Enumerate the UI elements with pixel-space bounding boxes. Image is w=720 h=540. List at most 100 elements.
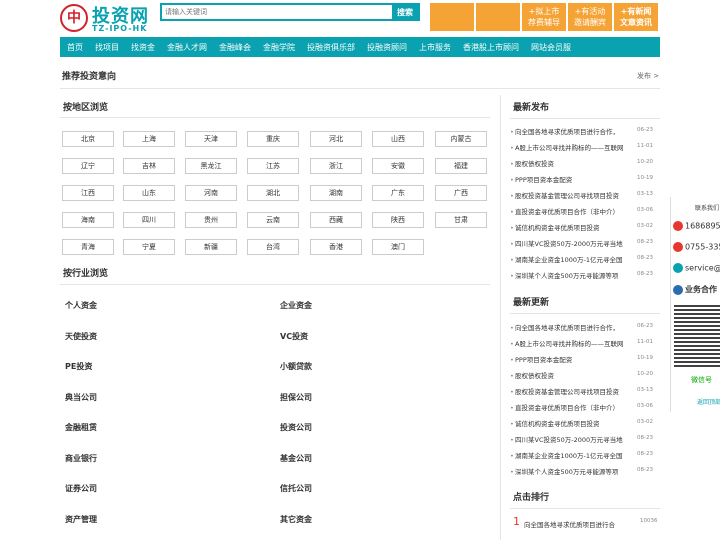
header-box-2[interactable] bbox=[476, 3, 520, 31]
region-item[interactable]: 辽宁 bbox=[62, 158, 114, 174]
news-item[interactable]: •四川某VC投资50万-2000万元寻当地 bbox=[510, 434, 623, 444]
region-item[interactable]: 宁夏 bbox=[123, 239, 175, 255]
news-item[interactable]: •股权投资基金管理公司寻找项目投资 bbox=[510, 386, 619, 396]
region-item[interactable]: 澳门 bbox=[372, 239, 424, 255]
region-item[interactable]: 湖南 bbox=[310, 185, 362, 201]
region-item[interactable]: 上海 bbox=[123, 131, 175, 147]
industry-item[interactable]: 其它资金 bbox=[280, 514, 312, 525]
publish-link[interactable]: 发布 > bbox=[637, 71, 659, 81]
industry-item[interactable]: 金融租赁 bbox=[65, 422, 97, 433]
news-item[interactable]: •PPP项目资本金配资 bbox=[510, 354, 572, 364]
region-item[interactable]: 福建 bbox=[435, 158, 487, 174]
industry-item[interactable]: 担保公司 bbox=[280, 392, 312, 403]
news-item[interactable]: •A股上市公司寻找并购标的——互联网 bbox=[510, 142, 623, 152]
region-item[interactable]: 陕西 bbox=[372, 212, 424, 228]
region-item[interactable]: 云南 bbox=[247, 212, 299, 228]
nav-item[interactable]: 金融人才网 bbox=[167, 42, 207, 53]
news-item[interactable]: •股权投资基金管理公司寻找项目投资 bbox=[510, 190, 619, 200]
news-item[interactable]: •四川某VC投资50万-2000万元寻当地 bbox=[510, 238, 623, 248]
region-item[interactable]: 湖北 bbox=[247, 185, 299, 201]
region-item[interactable]: 新疆 bbox=[185, 239, 237, 255]
industry-item[interactable]: PE投资 bbox=[65, 361, 92, 372]
industry-item[interactable]: 基金公司 bbox=[280, 453, 312, 464]
region-item[interactable]: 山西 bbox=[372, 131, 424, 147]
industry-item[interactable]: VC投资 bbox=[280, 331, 308, 342]
site-logo[interactable]: 中 投资网 TZ-IPO-HK bbox=[60, 4, 152, 34]
region-item[interactable]: 山东 bbox=[123, 185, 175, 201]
nav-item[interactable]: 投融资俱乐部 bbox=[307, 42, 355, 53]
region-item[interactable]: 四川 bbox=[123, 212, 175, 228]
region-item[interactable]: 内蒙古 bbox=[435, 131, 487, 147]
news-title: 直投资金寻优质项目合作（非中介） bbox=[515, 208, 619, 216]
news-item[interactable]: •深圳某个人资金500万元寻能源等项 bbox=[510, 466, 618, 476]
news-date: 06-23 bbox=[637, 127, 653, 133]
region-item[interactable]: 江苏 bbox=[247, 158, 299, 174]
back-to-top-button[interactable]: 返回顶部 bbox=[697, 397, 720, 406]
nav-item[interactable]: 金融学院 bbox=[263, 42, 295, 53]
news-item[interactable]: •直投资金寻优质项目合作（非中介） bbox=[510, 206, 619, 216]
industry-item[interactable]: 投资公司 bbox=[280, 422, 312, 433]
industry-item[interactable]: 信托公司 bbox=[280, 483, 312, 494]
news-date: 08-23 bbox=[637, 451, 653, 457]
region-item[interactable]: 河南 bbox=[185, 185, 237, 201]
search-input[interactable] bbox=[162, 5, 392, 19]
region-item[interactable]: 台湾 bbox=[247, 239, 299, 255]
phone-contact[interactable]: 0755-335 bbox=[673, 242, 720, 252]
header-box-news[interactable]: +有新闻 文章资讯 bbox=[614, 3, 658, 31]
region-item[interactable]: 河北 bbox=[310, 131, 362, 147]
region-item[interactable]: 安徽 bbox=[372, 158, 424, 174]
region-item[interactable]: 海南 bbox=[62, 212, 114, 228]
region-item[interactable]: 广西 bbox=[435, 185, 487, 201]
news-item[interactable]: •直投资金寻优质项目合作（非中介） bbox=[510, 402, 619, 412]
nav-item[interactable]: 香港股上市顾问 bbox=[463, 42, 519, 53]
region-item[interactable]: 天津 bbox=[185, 131, 237, 147]
nav-item[interactable]: 金融峰会 bbox=[219, 42, 251, 53]
nav-item[interactable]: 首页 bbox=[67, 42, 83, 53]
region-item[interactable]: 西藏 bbox=[310, 212, 362, 228]
region-item[interactable]: 黑龙江 bbox=[185, 158, 237, 174]
header-box-events[interactable]: +有活动 邀请酬宾 bbox=[568, 3, 612, 31]
nav-item[interactable]: 投融资顾问 bbox=[367, 42, 407, 53]
region-item[interactable]: 北京 bbox=[62, 131, 114, 147]
email-contact[interactable]: service@ bbox=[673, 263, 720, 273]
region-item[interactable]: 甘肃 bbox=[435, 212, 487, 228]
industry-item[interactable]: 个人资金 bbox=[65, 300, 97, 311]
news-item[interactable]: •诚信机构资金寻优质项目投资 bbox=[510, 222, 600, 232]
industry-item[interactable]: 企业资金 bbox=[280, 300, 312, 311]
news-item[interactable]: •股权债权投资 bbox=[510, 158, 554, 168]
nav-item[interactable]: 找项目 bbox=[95, 42, 119, 53]
news-item[interactable]: •A股上市公司寻找并购标的——互联网 bbox=[510, 338, 623, 348]
rank-item[interactable]: 向全国各地寻求优质项目进行合 bbox=[524, 519, 615, 529]
news-item[interactable]: •深圳某个人资金500万元寻能源等项 bbox=[510, 270, 618, 280]
nav-item[interactable]: 上市服务 bbox=[419, 42, 451, 53]
news-item[interactable]: •PPP项目资本金配资 bbox=[510, 174, 572, 184]
news-item[interactable]: •向全国各地寻求优质项目进行合作， bbox=[510, 322, 619, 332]
region-item[interactable]: 青海 bbox=[62, 239, 114, 255]
industry-item[interactable]: 天使投资 bbox=[65, 331, 97, 342]
region-item[interactable]: 浙江 bbox=[310, 158, 362, 174]
search-button[interactable]: 搜索 bbox=[392, 5, 418, 19]
news-item[interactable]: •股权债权投资 bbox=[510, 370, 554, 380]
qq-contact[interactable]: 1686895 bbox=[673, 221, 720, 231]
nav-item[interactable]: 网站会员服 bbox=[531, 42, 571, 53]
region-item[interactable]: 贵州 bbox=[185, 212, 237, 228]
news-item[interactable]: •向全国各地寻求优质项目进行合作， bbox=[510, 126, 619, 136]
region-item[interactable]: 吉林 bbox=[123, 158, 175, 174]
news-item[interactable]: •诚信机构资金寻优质项目投资 bbox=[510, 418, 600, 428]
region-item[interactable]: 重庆 bbox=[247, 131, 299, 147]
industry-item[interactable]: 资产管理 bbox=[65, 514, 97, 525]
news-item[interactable]: •湖南某企业资金1000万-1亿元寻全国 bbox=[510, 254, 623, 264]
region-item[interactable]: 广东 bbox=[372, 185, 424, 201]
header-box-listing[interactable]: +拟上市 荐费辅导 bbox=[522, 3, 566, 31]
rank-number: 1 bbox=[513, 515, 520, 528]
header-box-1[interactable] bbox=[430, 3, 474, 31]
industry-item[interactable]: 小额贷款 bbox=[280, 361, 312, 372]
industry-item[interactable]: 商业银行 bbox=[65, 453, 97, 464]
news-item[interactable]: •湖南某企业资金1000万-1亿元寻全国 bbox=[510, 450, 623, 460]
industry-item[interactable]: 证券公司 bbox=[65, 483, 97, 494]
region-item[interactable]: 江西 bbox=[62, 185, 114, 201]
nav-item[interactable]: 找资金 bbox=[131, 42, 155, 53]
region-item[interactable]: 香港 bbox=[310, 239, 362, 255]
business-contact[interactable]: 业务合作 bbox=[673, 284, 717, 295]
industry-item[interactable]: 典当公司 bbox=[65, 392, 97, 403]
